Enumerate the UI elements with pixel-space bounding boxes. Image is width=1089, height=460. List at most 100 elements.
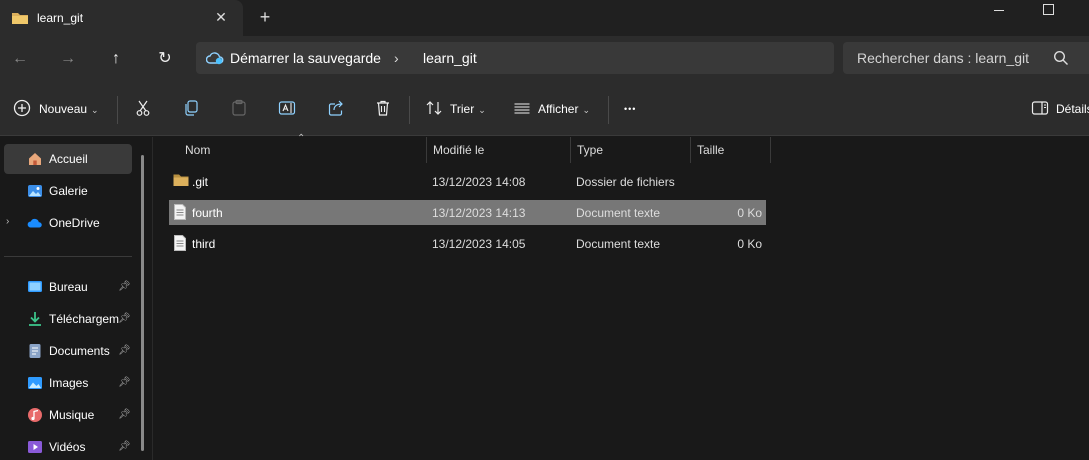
pin-icon[interactable]: 📌︎ [118, 377, 131, 389]
copy-icon[interactable] [182, 99, 202, 119]
folder-icon [11, 11, 29, 28]
file-size: 0 Ko [737, 237, 762, 251]
maximize-button[interactable] [1024, 0, 1070, 20]
sidebar-item-downloads[interactable]: Téléchargements 📌︎ [0, 304, 133, 334]
pin-icon[interactable]: 📌︎ [118, 441, 131, 453]
file-name: .git [192, 175, 209, 189]
sidebar-item-label: Images [49, 376, 89, 390]
column-header-label: Nom [185, 143, 211, 157]
sidebar-item-label: Téléchargements [49, 312, 119, 326]
file-type: Document texte [576, 206, 661, 220]
pin-icon[interactable]: 📌︎ [118, 409, 131, 421]
delete-icon[interactable] [374, 99, 394, 119]
column-header-type[interactable]: Type [570, 137, 690, 163]
back-arrow-icon[interactable]: ← [10, 49, 30, 69]
breadcrumb-root[interactable]: Démarrer la sauvegarde [230, 50, 381, 66]
column-header-modified[interactable]: Modifié le [426, 137, 570, 163]
paste-icon[interactable] [230, 99, 250, 119]
more-options-button[interactable]: ••• [624, 99, 636, 119]
sidebar-item-label: Musique [49, 408, 95, 422]
new-tab-button[interactable]: + [256, 8, 274, 26]
pin-icon[interactable]: 📌︎ [118, 281, 131, 293]
file-name: fourth [192, 206, 223, 220]
pin-icon[interactable]: 📌︎ [118, 345, 131, 357]
videos-icon [27, 439, 43, 455]
sidebar-item-onedrive[interactable]: › OneDrive [0, 208, 133, 238]
chevron-right-icon[interactable]: › [6, 216, 9, 227]
gallery-icon [27, 183, 43, 199]
chevron-down-icon: ⌄ [91, 105, 99, 115]
sidebar-divider [4, 256, 132, 257]
chevron-down-icon: ⌄ [582, 105, 591, 115]
command-bar: Nouveau⌄ Trier⌄ Afficher⌄ ••• Détails [0, 82, 1089, 136]
sidebar-item-label: Galerie [49, 184, 88, 198]
search-icon[interactable] [1053, 50, 1069, 69]
file-row-git[interactable]: .git 13/12/2023 14:08 Dossier de fichier… [169, 169, 766, 194]
tab-title: learn_git [37, 11, 84, 25]
sidebar-item-videos[interactable]: Vidéos 📌︎ [0, 432, 133, 460]
images-icon [27, 375, 43, 391]
search-placeholder[interactable]: Rechercher dans : learn_git [857, 50, 1029, 66]
address-bar[interactable]: Démarrer la sauvegarde › learn_git [196, 42, 834, 74]
sidebar-item-label: Bureau [49, 280, 88, 294]
file-row-fourth[interactable]: fourth 13/12/2023 14:13 Document texte 0… [169, 200, 766, 225]
sidebar-item-music[interactable]: Musique 📌︎ [0, 400, 133, 430]
sidebar-item-label: Accueil [49, 152, 88, 166]
cut-icon[interactable] [134, 99, 154, 119]
up-arrow-icon[interactable]: ↑ [106, 49, 126, 69]
column-header-name[interactable]: Nom [178, 137, 426, 163]
details-button[interactable]: Détails [1056, 99, 1089, 119]
share-icon[interactable] [327, 99, 347, 119]
address-row: ← → ↑ ↻ Démarrer la sauvegarde › learn_g… [0, 36, 1089, 82]
divider [117, 96, 118, 124]
close-tab-icon[interactable]: ✕ [213, 9, 229, 25]
view-button[interactable]: Afficher ⌄ [538, 99, 590, 119]
refresh-icon[interactable]: ↻ [155, 49, 175, 69]
file-list: ⌃ Nom Modifié le Type Taille .git 13/12/… [152, 133, 1089, 460]
sort-icon[interactable] [425, 99, 445, 119]
sidebar-item-label: OneDrive [49, 216, 100, 230]
column-divider[interactable] [770, 137, 771, 163]
details-pane-icon[interactable] [1031, 99, 1051, 119]
sort-button-label: Trier [450, 102, 475, 116]
view-button-label: Afficher [538, 102, 579, 116]
new-plus-icon[interactable] [13, 99, 33, 119]
sidebar-item-gallery[interactable]: Galerie [0, 176, 133, 206]
title-bar: learn_git ✕ + [0, 0, 1089, 36]
sidebar-item-home[interactable]: Accueil [4, 144, 132, 174]
column-header-label: Taille [697, 143, 725, 157]
tab-learn-git[interactable]: learn_git ✕ [0, 0, 243, 36]
navigation-pane: Accueil Galerie › OneDrive Bureau 📌︎ Tél… [0, 137, 152, 460]
breadcrumb-current[interactable]: learn_git [423, 50, 477, 66]
file-modified: 13/12/2023 14:13 [432, 206, 526, 220]
column-header-label: Modifié le [433, 143, 485, 157]
new-button[interactable]: Nouveau ⌄ [39, 99, 99, 119]
minimize-button[interactable] [976, 0, 1022, 20]
file-modified: 13/12/2023 14:08 [432, 175, 526, 189]
text-file-icon [173, 235, 187, 254]
sidebar-item-documents[interactable]: Documents 📌︎ [0, 336, 133, 366]
music-icon [27, 407, 43, 423]
sidebar-item-images[interactable]: Images 📌︎ [0, 368, 133, 398]
column-header-size[interactable]: Taille [690, 137, 770, 163]
download-icon [27, 311, 43, 327]
divider [608, 96, 609, 124]
sort-button[interactable]: Trier ⌄ [450, 99, 486, 119]
documents-icon [27, 343, 43, 359]
new-button-label: Nouveau [39, 102, 88, 116]
search-box[interactable]: Rechercher dans : learn_git [843, 42, 1089, 74]
rename-icon[interactable] [278, 99, 298, 119]
file-type: Document texte [576, 237, 661, 251]
column-header-label: Type [577, 143, 604, 157]
folder-icon [173, 173, 189, 190]
sidebar-item-desktop[interactable]: Bureau 📌︎ [0, 272, 133, 302]
view-icon[interactable] [513, 99, 533, 119]
pin-icon[interactable]: 📌︎ [118, 313, 131, 325]
breadcrumb-separator-icon[interactable]: › [394, 50, 399, 66]
forward-arrow-icon[interactable]: → [58, 49, 78, 69]
sidebar-item-label: Vidéos [49, 440, 86, 454]
sidebar-scrollbar[interactable] [141, 155, 144, 451]
home-icon [27, 151, 43, 167]
file-row-third[interactable]: third 13/12/2023 14:05 Document texte 0 … [169, 231, 766, 256]
cloud-icon [27, 215, 43, 231]
